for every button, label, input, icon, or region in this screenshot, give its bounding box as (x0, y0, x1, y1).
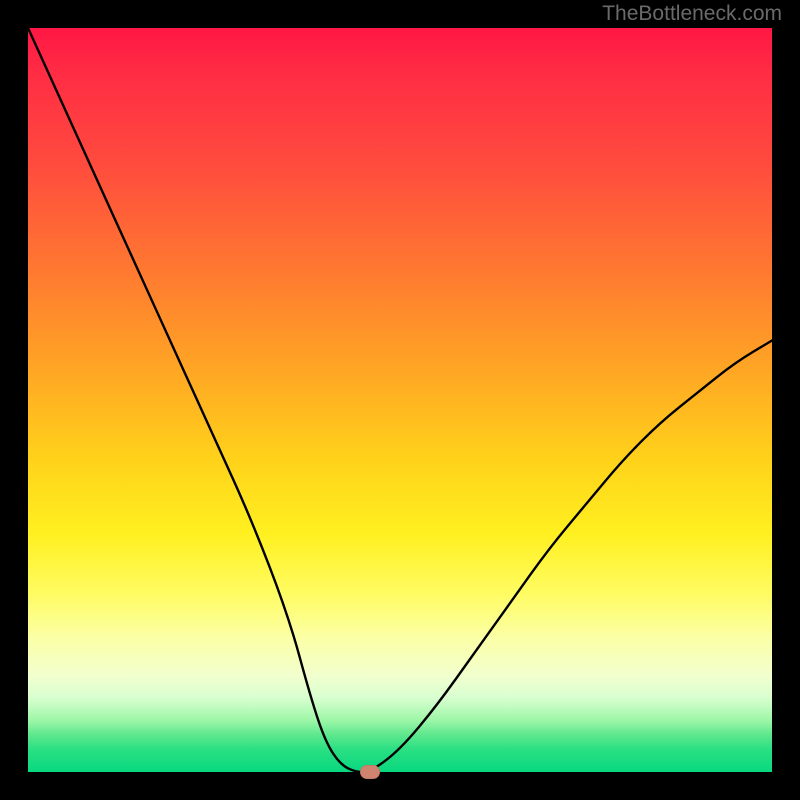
optimum-marker (360, 765, 380, 779)
chart-frame: TheBottleneck.com (0, 0, 800, 800)
watermark-text: TheBottleneck.com (602, 2, 782, 26)
plot-background-gradient (28, 28, 772, 772)
